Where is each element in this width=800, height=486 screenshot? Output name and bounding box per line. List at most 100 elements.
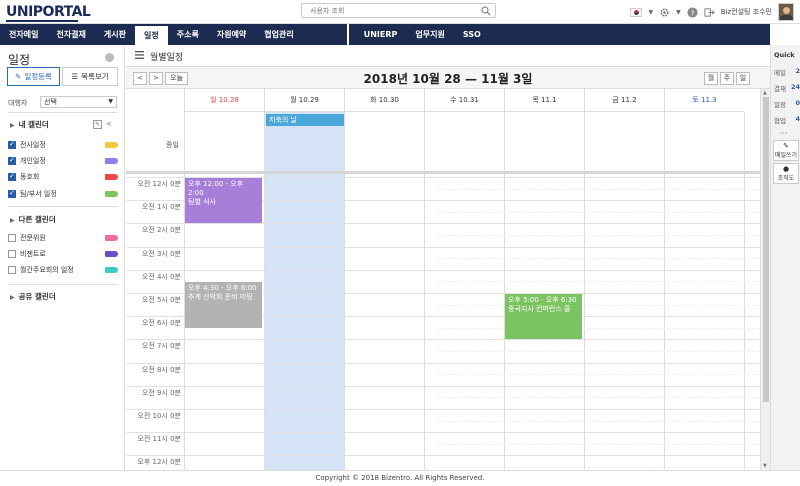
quick-count: 24 (790, 83, 800, 91)
quick-label: 협업 (774, 117, 786, 125)
calendar-item-club[interactable]: 동호회 (8, 171, 118, 183)
calendar-checkbox[interactable] (8, 234, 16, 242)
quick-schedule[interactable]: 일정 0 (774, 99, 800, 109)
search-icon[interactable] (481, 6, 491, 16)
nav-work-support[interactable]: 업무지원 (406, 24, 453, 45)
register-schedule-button[interactable]: ✎ 일정등록 (7, 67, 60, 86)
write-mail-label: 메일쓰기 (774, 152, 798, 159)
logo-underline (6, 20, 78, 22)
day-header[interactable]: 화 10.30 (344, 89, 424, 112)
schedule-event[interactable]: 오후 4:30 - 오후 6:00 추계 산악회 준비 미팅 (185, 282, 262, 328)
share-icon[interactable]: < (106, 120, 115, 129)
list-view-button[interactable]: ☰ 목록보기 (62, 67, 118, 86)
scroll-down-icon[interactable]: ▼ (763, 463, 767, 469)
my-calendars-header[interactable]: ▶ 내 캘린더 (10, 119, 49, 130)
day-header[interactable]: 토 11.3 (664, 89, 744, 112)
nav-mail[interactable]: 전자메일 (0, 24, 47, 45)
day-header[interactable]: 금 11.2 (584, 89, 664, 112)
calendar-item-company[interactable]: 전사일정 (8, 139, 118, 151)
org-chart-button[interactable]: ● 조직도 (773, 163, 799, 184)
quick-mail[interactable]: 메일 2 (774, 67, 800, 77)
scroll-up-icon[interactable]: ▲ (763, 90, 767, 96)
half-hour-line (438, 374, 760, 376)
user-avatar[interactable] (778, 3, 794, 21)
help-icon[interactable]: ? (687, 6, 698, 18)
scrollbar-thumb[interactable] (763, 97, 769, 402)
calendar-checkbox[interactable] (8, 140, 16, 149)
half-hour-line (438, 327, 760, 329)
calendar-item-monthly-meeting[interactable]: 월간주요회의 일정 (8, 264, 118, 276)
user-search-input[interactable] (302, 4, 472, 17)
sidebar-title: 일정 (8, 53, 31, 67)
svg-text:?: ? (690, 8, 694, 17)
calendar-checkbox[interactable] (8, 156, 16, 165)
nav-collaboration[interactable]: 협업관리 (255, 24, 302, 45)
nav-address-book[interactable]: 주소록 (168, 24, 208, 45)
more-icon[interactable]: ··· (780, 129, 788, 138)
schedule-event[interactable]: 오후 12:00 - 오후 2:00 팀별 식사 (185, 178, 262, 224)
schedule-event[interactable]: 오후 5:00 - 오후 6:30 중국지사 컨퍼런스 콜 (505, 294, 582, 340)
quick-approval[interactable]: 결재 24 (774, 83, 800, 93)
nav-approval[interactable]: 전자결재 (47, 24, 94, 45)
hour-label: 오전 8시 0분 (141, 365, 181, 374)
quick-title: Quick (774, 51, 795, 59)
calendar-scrollbar[interactable]: ▲ ▼ (760, 89, 770, 470)
calendar-item-expert[interactable]: 전문위원 (8, 232, 118, 244)
nav-unierp[interactable]: UNIERP (355, 24, 407, 45)
delegate-select[interactable]: 선택 ▼ (40, 96, 117, 108)
day-view-button[interactable]: 일 (736, 72, 750, 85)
half-hour-line (438, 235, 760, 236)
shared-calendars-header[interactable]: ▶ 공유 캘린더 (10, 291, 56, 302)
calendar-checkbox[interactable] (8, 250, 16, 258)
uniportal-logo[interactable]: UNIPORTAL (6, 4, 91, 22)
nav-schedule[interactable]: 일정 (135, 24, 168, 45)
language-dropdown-icon[interactable]: ▼ (648, 9, 653, 16)
calendar-checkbox[interactable] (8, 172, 16, 181)
sidebar-settings-icon[interactable] (105, 53, 114, 62)
nav-board[interactable]: 게시판 (95, 24, 135, 45)
calendar-item-personal[interactable]: 개인일정 (8, 155, 118, 167)
calendar-item-bizentro[interactable]: 비젠트로 (8, 248, 118, 260)
week-view-button[interactable]: 주 (720, 72, 734, 85)
hour-label: 오전 4시 0분 (141, 272, 181, 281)
day-header[interactable]: 목 11.1 (504, 89, 584, 112)
settings-dropdown-icon[interactable]: ▼ (676, 9, 681, 16)
half-hour-line (438, 211, 760, 213)
other-calendars-header[interactable]: ▶ 다른 캘린더 (10, 214, 56, 225)
event-title: 팀별 식사 (188, 198, 216, 206)
quick-collab[interactable]: 협업 4 (774, 115, 800, 125)
quick-label: 일정 (774, 101, 786, 109)
day-header[interactable]: 일 10.28 (184, 89, 264, 112)
delegate-select-value: 선택 (44, 98, 57, 106)
menu-icon[interactable] (135, 51, 144, 59)
hour-label: 오후 12시 0분 (137, 458, 181, 467)
day-header[interactable]: 수 10.31 (424, 89, 504, 112)
logout-icon[interactable] (704, 7, 715, 18)
event-title: 중국지사 컨퍼런스 콜 (508, 305, 571, 313)
hour-label: 오전 9시 0분 (141, 388, 181, 397)
half-hour-line (438, 281, 760, 283)
quick-label: 메일 (774, 69, 786, 77)
quick-count: 0 (795, 99, 800, 107)
gear-icon[interactable] (659, 7, 670, 18)
user-search-box (301, 3, 496, 18)
calendar-checkbox[interactable] (8, 266, 16, 274)
month-view-button[interactable]: 월 (704, 72, 718, 85)
nav-sso[interactable]: SSO (454, 24, 490, 45)
top-bar: UNIPORTAL ▼ ▼ ? Biz컨설팅 조수민 (0, 0, 800, 24)
user-name[interactable]: Biz컨설팅 조수민 (721, 7, 772, 17)
day-header[interactable]: 월 10.29 (264, 89, 344, 112)
divider (8, 206, 118, 207)
all-day-event[interactable]: 저축의 날 (266, 114, 344, 126)
calendar-checkbox[interactable] (8, 189, 16, 198)
half-hour-line (438, 420, 760, 422)
write-mail-button[interactable]: ✎ 메일쓰기 (773, 140, 799, 161)
edit-calendar-icon[interactable]: ✎ (93, 120, 102, 129)
divider (8, 112, 118, 113)
event-time: 오후 12:00 - 오후 2:00 (188, 180, 244, 197)
nav-resource-booking[interactable]: 자원예약 (208, 24, 255, 45)
calendar-item-team[interactable]: 팀/부서 일정 (8, 188, 118, 200)
hour-label: 오전 2시 0분 (141, 226, 181, 235)
korea-flag-icon[interactable] (630, 7, 643, 17)
main-nav: 전자메일 전자결재 게시판 일정 주소록 자원예약 협업관리 UNIERP 업무… (0, 24, 770, 45)
